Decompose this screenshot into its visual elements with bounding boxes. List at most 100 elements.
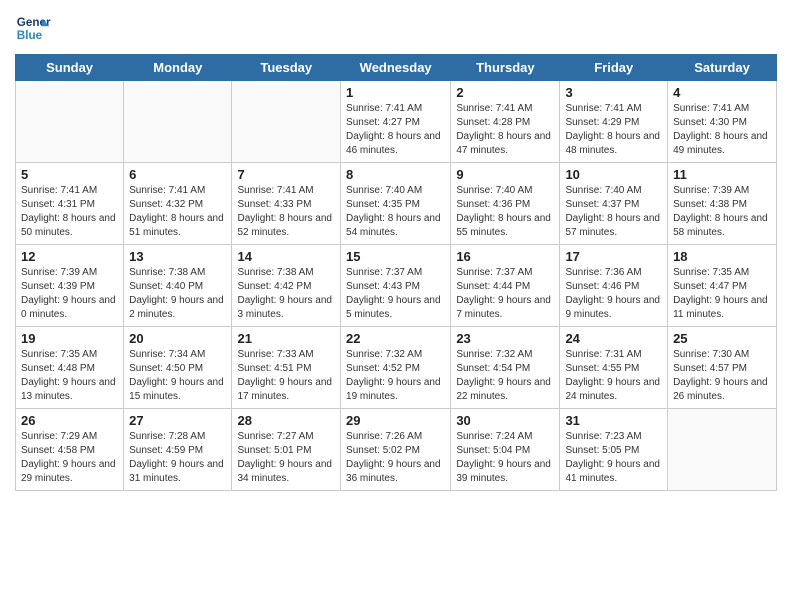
day-number: 19 — [21, 331, 118, 346]
day-number: 2 — [456, 85, 554, 100]
day-number: 26 — [21, 413, 118, 428]
day-number: 12 — [21, 249, 118, 264]
day-cell-11: 11Sunrise: 7:39 AM Sunset: 4:38 PM Dayli… — [668, 163, 777, 245]
day-detail: Sunrise: 7:30 AM Sunset: 4:57 PM Dayligh… — [673, 348, 771, 404]
day-detail: Sunrise: 7:41 AM Sunset: 4:31 PM Dayligh… — [21, 184, 118, 240]
col-header-friday: Friday — [560, 55, 668, 81]
day-number: 10 — [565, 167, 662, 182]
day-detail: Sunrise: 7:35 AM Sunset: 4:48 PM Dayligh… — [21, 348, 118, 404]
day-detail: Sunrise: 7:35 AM Sunset: 4:47 PM Dayligh… — [673, 266, 771, 322]
day-cell-2: 2 Sunrise: 7:41 AM Sunset: 4:28 PM Daylig… — [451, 81, 560, 163]
day-detail: Sunrise: 7:41 AM Sunset: 4:33 PM Dayligh… — [237, 184, 335, 240]
day-detail: Sunrise: 7:39 AM Sunset: 4:38 PM Dayligh… — [673, 184, 771, 240]
day-cell-29: 29 Sunrise: 7:26 AM Sunset: 5:02 PM Dayli… — [341, 409, 451, 491]
day-cell-18: 18 Sunrise: 7:35 AM Sunset: 4:47 PM Dayli… — [668, 245, 777, 327]
day-number: 3 — [565, 85, 662, 100]
day-detail: Sunrise: 7:26 AM Sunset: 5:02 PM Dayligh… — [346, 430, 445, 486]
day-detail: Sunrise: 7:41 AM Sunset: 4:29 PM Dayligh… — [565, 102, 662, 158]
day-cell-22: 22 Sunrise: 7:32 AM Sunset: 4:52 PM Dayli… — [341, 327, 451, 409]
day-detail: Sunrise: 7:38 AM Sunset: 4:40 PM Dayligh… — [129, 266, 226, 322]
day-cell-empty — [668, 409, 777, 491]
day-cell-15: 15 Sunrise: 7:37 AM Sunset: 4:43 PM Dayli… — [341, 245, 451, 327]
day-number: 4 — [673, 85, 771, 100]
day-cell-12: 12 Sunrise: 7:39 AM Sunset: 4:39 PM Dayli… — [16, 245, 124, 327]
day-number: 6 — [129, 167, 226, 182]
day-cell-27: 27 Sunrise: 7:28 AM Sunset: 4:59 PM Dayli… — [124, 409, 232, 491]
day-detail: Sunrise: 7:37 AM Sunset: 4:43 PM Dayligh… — [346, 266, 445, 322]
day-number: 16 — [456, 249, 554, 264]
day-detail: Sunrise: 7:37 AM Sunset: 4:44 PM Dayligh… — [456, 266, 554, 322]
day-cell-8: 8 Sunrise: 7:40 AM Sunset: 4:35 PM Daylig… — [341, 163, 451, 245]
day-detail: Sunrise: 7:27 AM Sunset: 5:01 PM Dayligh… — [237, 430, 335, 486]
day-detail: Sunrise: 7:28 AM Sunset: 4:59 PM Dayligh… — [129, 430, 226, 486]
day-cell-3: 3 Sunrise: 7:41 AM Sunset: 4:29 PM Daylig… — [560, 81, 668, 163]
day-detail: Sunrise: 7:29 AM Sunset: 4:58 PM Dayligh… — [21, 430, 118, 486]
day-cell-14: 14 Sunrise: 7:38 AM Sunset: 4:42 PM Dayli… — [232, 245, 341, 327]
logo-icon: General Blue — [15, 10, 51, 46]
day-cell-empty — [124, 81, 232, 163]
day-detail: Sunrise: 7:40 AM Sunset: 4:36 PM Dayligh… — [456, 184, 554, 240]
day-cell-19: 19 Sunrise: 7:35 AM Sunset: 4:48 PM Dayli… — [16, 327, 124, 409]
day-number: 25 — [673, 331, 771, 346]
col-header-thursday: Thursday — [451, 55, 560, 81]
day-detail: Sunrise: 7:24 AM Sunset: 5:04 PM Dayligh… — [456, 430, 554, 486]
day-detail: Sunrise: 7:41 AM Sunset: 4:28 PM Dayligh… — [456, 102, 554, 158]
svg-text:Blue: Blue — [17, 29, 43, 42]
week-row-5: 26 Sunrise: 7:29 AM Sunset: 4:58 PM Dayli… — [16, 409, 777, 491]
day-cell-13: 13 Sunrise: 7:38 AM Sunset: 4:40 PM Dayli… — [124, 245, 232, 327]
day-cell-empty — [16, 81, 124, 163]
day-detail: Sunrise: 7:32 AM Sunset: 4:54 PM Dayligh… — [456, 348, 554, 404]
day-detail: Sunrise: 7:31 AM Sunset: 4:55 PM Dayligh… — [565, 348, 662, 404]
col-header-sunday: Sunday — [16, 55, 124, 81]
day-number: 31 — [565, 413, 662, 428]
day-cell-20: 20 Sunrise: 7:34 AM Sunset: 4:50 PM Dayli… — [124, 327, 232, 409]
day-number: 14 — [237, 249, 335, 264]
page-container: General Blue SundayMondayTuesdayWednesda… — [0, 0, 792, 501]
day-detail: Sunrise: 7:38 AM Sunset: 4:42 PM Dayligh… — [237, 266, 335, 322]
day-number: 20 — [129, 331, 226, 346]
day-detail: Sunrise: 7:39 AM Sunset: 4:39 PM Dayligh… — [21, 266, 118, 322]
day-detail: Sunrise: 7:36 AM Sunset: 4:46 PM Dayligh… — [565, 266, 662, 322]
col-header-saturday: Saturday — [668, 55, 777, 81]
day-number: 22 — [346, 331, 445, 346]
day-number: 24 — [565, 331, 662, 346]
day-detail: Sunrise: 7:41 AM Sunset: 4:30 PM Dayligh… — [673, 102, 771, 158]
day-cell-26: 26 Sunrise: 7:29 AM Sunset: 4:58 PM Dayli… — [16, 409, 124, 491]
day-number: 9 — [456, 167, 554, 182]
day-detail: Sunrise: 7:23 AM Sunset: 5:05 PM Dayligh… — [565, 430, 662, 486]
day-cell-23: 23 Sunrise: 7:32 AM Sunset: 4:54 PM Dayli… — [451, 327, 560, 409]
day-cell-4: 4 Sunrise: 7:41 AM Sunset: 4:30 PM Daylig… — [668, 81, 777, 163]
day-detail: Sunrise: 7:32 AM Sunset: 4:52 PM Dayligh… — [346, 348, 445, 404]
day-cell-30: 30Sunrise: 7:24 AM Sunset: 5:04 PM Dayli… — [451, 409, 560, 491]
day-number: 5 — [21, 167, 118, 182]
day-cell-16: 16 Sunrise: 7:37 AM Sunset: 4:44 PM Dayli… — [451, 245, 560, 327]
day-number: 1 — [346, 85, 445, 100]
week-row-1: 1Sunrise: 7:41 AM Sunset: 4:27 PM Daylig… — [16, 81, 777, 163]
calendar-header-row: SundayMondayTuesdayWednesdayThursdayFrid… — [16, 55, 777, 81]
day-cell-9: 9 Sunrise: 7:40 AM Sunset: 4:36 PM Daylig… — [451, 163, 560, 245]
week-row-3: 12 Sunrise: 7:39 AM Sunset: 4:39 PM Dayli… — [16, 245, 777, 327]
day-number: 21 — [237, 331, 335, 346]
day-cell-5: 5 Sunrise: 7:41 AM Sunset: 4:31 PM Daylig… — [16, 163, 124, 245]
day-detail: Sunrise: 7:33 AM Sunset: 4:51 PM Dayligh… — [237, 348, 335, 404]
day-detail: Sunrise: 7:34 AM Sunset: 4:50 PM Dayligh… — [129, 348, 226, 404]
day-cell-6: 6Sunrise: 7:41 AM Sunset: 4:32 PM Daylig… — [124, 163, 232, 245]
day-cell-21: 21 Sunrise: 7:33 AM Sunset: 4:51 PM Dayli… — [232, 327, 341, 409]
day-cell-31: 31 Sunrise: 7:23 AM Sunset: 5:05 PM Dayli… — [560, 409, 668, 491]
day-cell-17: 17Sunrise: 7:36 AM Sunset: 4:46 PM Dayli… — [560, 245, 668, 327]
day-cell-1: 1Sunrise: 7:41 AM Sunset: 4:27 PM Daylig… — [341, 81, 451, 163]
day-number: 18 — [673, 249, 771, 264]
day-number: 27 — [129, 413, 226, 428]
day-number: 8 — [346, 167, 445, 182]
day-detail: Sunrise: 7:40 AM Sunset: 4:35 PM Dayligh… — [346, 184, 445, 240]
col-header-wednesday: Wednesday — [341, 55, 451, 81]
svg-text:General: General — [17, 16, 51, 29]
day-number: 13 — [129, 249, 226, 264]
day-number: 15 — [346, 249, 445, 264]
week-row-4: 19 Sunrise: 7:35 AM Sunset: 4:48 PM Dayli… — [16, 327, 777, 409]
day-number: 7 — [237, 167, 335, 182]
day-number: 23 — [456, 331, 554, 346]
col-header-tuesday: Tuesday — [232, 55, 341, 81]
logo: General Blue — [15, 10, 55, 46]
day-number: 29 — [346, 413, 445, 428]
